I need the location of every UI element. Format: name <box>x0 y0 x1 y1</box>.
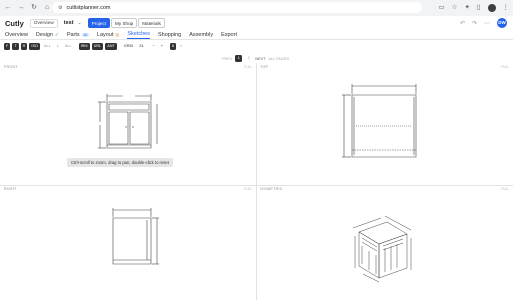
url-text: cutlistplanner.com <box>66 4 111 11</box>
brand-logo[interactable]: Cutly <box>5 19 24 28</box>
side-outline <box>113 218 151 264</box>
address-bar[interactable]: ⚙ cutlistplanner.com <box>52 2 422 13</box>
nav-sketches[interactable]: Sketches <box>127 31 150 39</box>
cabinet-outline <box>107 102 151 148</box>
nav-label: Sketches <box>127 31 150 37</box>
top-full-button[interactable]: FULL <box>501 65 509 69</box>
left-door <box>109 112 128 144</box>
tab-my-shop[interactable]: My Shop <box>111 18 138 28</box>
extensions-icon[interactable]: ✦ <box>464 2 469 13</box>
check-icon: ✓ <box>55 32 59 37</box>
unit-button[interactable]: ANT <box>105 43 117 50</box>
nav-layout[interactable]: Layout ◎ <box>97 32 119 39</box>
nav-label: Layout <box>96 32 114 38</box>
side-panel-icon[interactable]: ▯ <box>477 2 481 13</box>
app-header: Cutly Overview test ⌄ Project My Shop Ma… <box>0 16 513 30</box>
view-iso-button[interactable]: ISO <box>29 43 40 50</box>
sketch-toolbar: F T R ISO ALL L ALL IRM URL ANT GRID 24 … <box>4 42 184 51</box>
redo-icon[interactable]: ↷ <box>472 20 477 27</box>
nav-overview[interactable]: Overview <box>5 32 28 39</box>
view-top-button[interactable]: T <box>12 43 19 50</box>
reload-icon[interactable]: ↻ <box>29 3 39 13</box>
unit-button[interactable]: IRM <box>78 43 90 50</box>
right-door <box>130 112 149 144</box>
isometric-view-drawing[interactable] <box>345 210 415 285</box>
toolbar-option[interactable]: ALL <box>42 43 53 50</box>
home-icon[interactable]: ⌂ <box>42 3 52 13</box>
tab-project[interactable]: Project <box>87 18 111 28</box>
zoom-in-icon[interactable]: + <box>159 43 165 50</box>
nav-label: Overview <box>5 32 28 38</box>
install-app-icon[interactable]: ▭ <box>438 2 444 13</box>
isometric-full-button[interactable]: FULL <box>501 187 509 191</box>
page-pagination: PREV 1 2 NEXT ALL PAGES <box>222 55 289 62</box>
browser-toolbar: ← → ↻ ⌂ ⚙ cutlistplanner.com ▭ ☆ ✦ ▯ ⋮ <box>0 0 513 16</box>
right-view-drawing[interactable] <box>105 206 165 268</box>
drawer-front <box>109 104 149 110</box>
grid-select[interactable]: 24 <box>137 43 145 50</box>
chevron-down-icon[interactable]: ⌄ <box>78 20 82 26</box>
nav-assembly[interactable]: Assembly <box>189 32 213 39</box>
panel-divider <box>256 63 257 300</box>
next-page-button[interactable]: NEXT <box>255 57 265 61</box>
right-full-button[interactable]: FULL <box>244 187 252 191</box>
all-pages-button[interactable]: ALL PAGES <box>268 57 288 61</box>
view-front-button[interactable]: F <box>4 43 11 50</box>
browser-menu-icon[interactable]: ⋮ <box>503 2 510 13</box>
right-panel-label: RIGHT <box>4 187 17 191</box>
nav-label: Export <box>221 32 237 38</box>
front-panel-label: FRONT <box>4 65 18 69</box>
front-view-drawing[interactable] <box>95 92 165 152</box>
sketch-panels: FRONT FULL TOP FULL RIGHT FULL ISOMETRIC… <box>0 63 513 300</box>
isometric-panel-label: ISOMETRIC <box>260 187 283 191</box>
iso-side <box>379 234 407 278</box>
view-right-button[interactable]: R <box>20 43 28 50</box>
nav-shopping[interactable]: Shopping <box>158 32 181 39</box>
panel-divider <box>0 185 513 186</box>
nav-export[interactable]: Export <box>221 32 237 39</box>
zoom-value[interactable]: 8 <box>169 43 177 50</box>
grid-label: GRID <box>123 44 134 48</box>
header-tabs: Project My Shop Materials <box>87 18 165 28</box>
bookmark-star-icon[interactable]: ☆ <box>452 2 458 13</box>
warning-icon: ◎ <box>115 32 120 37</box>
avatar[interactable]: DW <box>497 18 507 28</box>
more-icon[interactable]: ⋯ <box>484 20 490 27</box>
undo-icon[interactable]: ↶ <box>460 20 465 27</box>
site-info-icon[interactable]: ⚙ <box>58 5 62 11</box>
top-panel-label: TOP <box>260 65 269 69</box>
prev-page-button[interactable]: PREV <box>222 57 232 61</box>
zoom-out-icon[interactable]: − <box>151 43 157 50</box>
unit-button[interactable]: URL <box>91 43 104 50</box>
page-2-button[interactable]: 2 <box>245 55 252 62</box>
zoom-chevron-icon[interactable]: ↕ <box>178 43 184 50</box>
nav-label: Design <box>35 32 54 38</box>
nav-design[interactable]: Design ✓ <box>36 32 59 39</box>
nav-label: Parts <box>66 32 80 38</box>
canvas-hint-tooltip: Ctrl+scroll to zoom, drag to pan, double… <box>67 158 173 167</box>
profile-icon[interactable] <box>487 3 496 12</box>
page-1-button[interactable]: 1 <box>235 55 243 62</box>
parts-count-badge: 16 <box>81 33 89 37</box>
back-icon[interactable]: ← <box>3 3 13 13</box>
tab-materials[interactable]: Materials <box>138 18 165 28</box>
top-view-drawing[interactable] <box>340 80 425 162</box>
overview-link[interactable]: Overview <box>29 18 58 28</box>
toolbar-option[interactable]: L <box>55 43 61 50</box>
nav-label: Shopping <box>157 32 182 38</box>
main-nav: Overview Design ✓ Parts 16 Layout ◎ Sketche… <box>0 30 513 40</box>
front-full-button[interactable]: FULL <box>244 65 252 69</box>
toolbar-option[interactable]: ALL <box>63 43 74 50</box>
nav-parts[interactable]: Parts 16 <box>67 32 89 39</box>
forward-icon[interactable]: → <box>16 3 26 13</box>
nav-label: Assembly <box>189 32 214 38</box>
project-name[interactable]: test <box>64 20 74 26</box>
